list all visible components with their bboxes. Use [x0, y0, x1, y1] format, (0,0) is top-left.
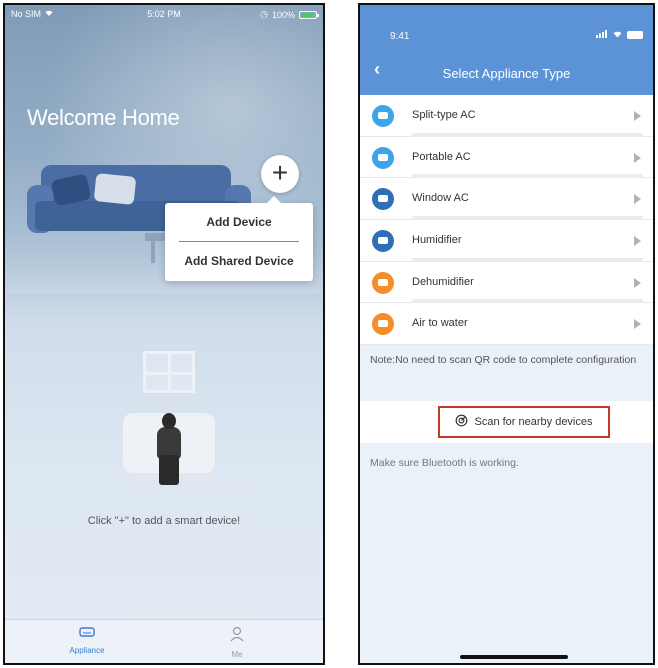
wifi-icon — [612, 30, 623, 40]
tab-me[interactable]: Me — [197, 626, 277, 659]
list-item-dehumidifier[interactable]: Dehumidifier — [360, 262, 653, 304]
scan-button-label: Scan for nearby devices — [474, 416, 593, 428]
battery-icon — [299, 10, 319, 19]
welcome-title: Welcome Home — [27, 105, 180, 130]
menu-divider — [179, 241, 299, 242]
list-item-label: Air to water — [412, 317, 468, 330]
alarm-icon: ◷ — [260, 9, 268, 19]
cushion — [93, 172, 137, 206]
chevron-right-icon — [634, 236, 641, 247]
tab-appliance[interactable]: Appliance — [47, 626, 127, 655]
chevron-right-icon — [634, 277, 641, 288]
qr-note: Note:No need to scan QR code to complete… — [360, 345, 653, 401]
select-appliance-screen: 9:41 ‹ Select Appliance Type Split-type … — [358, 3, 655, 665]
signal-icon — [596, 30, 608, 40]
air-to-water-icon — [372, 313, 394, 336]
chevron-right-icon — [634, 319, 641, 330]
chevron-right-icon — [634, 152, 641, 163]
page-title: Select Appliance Type — [442, 66, 571, 81]
scan-nearby-button[interactable]: Scan for nearby devices — [438, 406, 610, 438]
portable-ac-icon — [372, 146, 394, 169]
status-battery: ◷ 100% — [260, 9, 319, 20]
list-item-air-to-water[interactable]: Air to water — [360, 303, 653, 346]
list-item-label: Split-type AC — [412, 109, 476, 121]
list-item-split-ac[interactable]: Split-type AC — [360, 95, 653, 137]
list-item-window-ac[interactable]: Window AC — [360, 178, 653, 221]
menu-add-shared-device[interactable]: Add Shared Device — [165, 254, 313, 268]
chevron-right-icon — [634, 111, 641, 121]
nav-header: 9:41 ‹ Select Appliance Type — [360, 5, 653, 95]
empty-state-hint: Click "+" to add a smart device! — [87, 515, 241, 527]
status-icons — [596, 30, 643, 40]
menu-add-device[interactable]: Add Device — [165, 215, 313, 229]
battery-icon — [627, 31, 643, 39]
home-screen: No SIM 5:02 PM ◷ 100% Welcome Home + Add… — [3, 3, 325, 665]
window-ac-icon — [372, 188, 394, 211]
list-item-portable-ac[interactable]: Portable AC — [360, 137, 653, 179]
chevron-right-icon — [634, 194, 641, 205]
window-illustration — [143, 351, 195, 393]
add-device-button[interactable]: + — [261, 155, 299, 193]
scan-icon — [455, 414, 468, 430]
dehumidifier-icon — [372, 271, 394, 294]
appliance-list: Split-type AC Portable AC Window AC Humi… — [360, 95, 653, 346]
list-item-label: Dehumidifier — [412, 275, 474, 288]
person-icon — [197, 626, 277, 644]
side-table-leg — [151, 241, 155, 263]
split-ac-icon — [372, 105, 394, 127]
status-bar: No SIM 5:02 PM ◷ 100% — [5, 5, 323, 23]
appliance-icon — [47, 626, 127, 640]
tab-bar: Appliance Me — [5, 619, 323, 663]
list-item-humidifier[interactable]: Humidifier — [360, 220, 653, 262]
scan-section: Scan for nearby devices — [360, 401, 653, 443]
person-head — [162, 413, 176, 429]
bluetooth-note: Make sure Bluetooth is working. — [370, 457, 519, 469]
list-item-label: Humidifier — [412, 234, 462, 247]
add-menu: Add Device Add Shared Device — [165, 196, 313, 281]
home-indicator[interactable] — [460, 655, 568, 659]
list-item-label: Portable AC — [412, 150, 471, 163]
status-time: 9:41 — [390, 31, 410, 42]
humidifier-icon — [372, 230, 394, 253]
list-item-label: Window AC — [412, 192, 469, 205]
person-legs — [159, 455, 179, 485]
